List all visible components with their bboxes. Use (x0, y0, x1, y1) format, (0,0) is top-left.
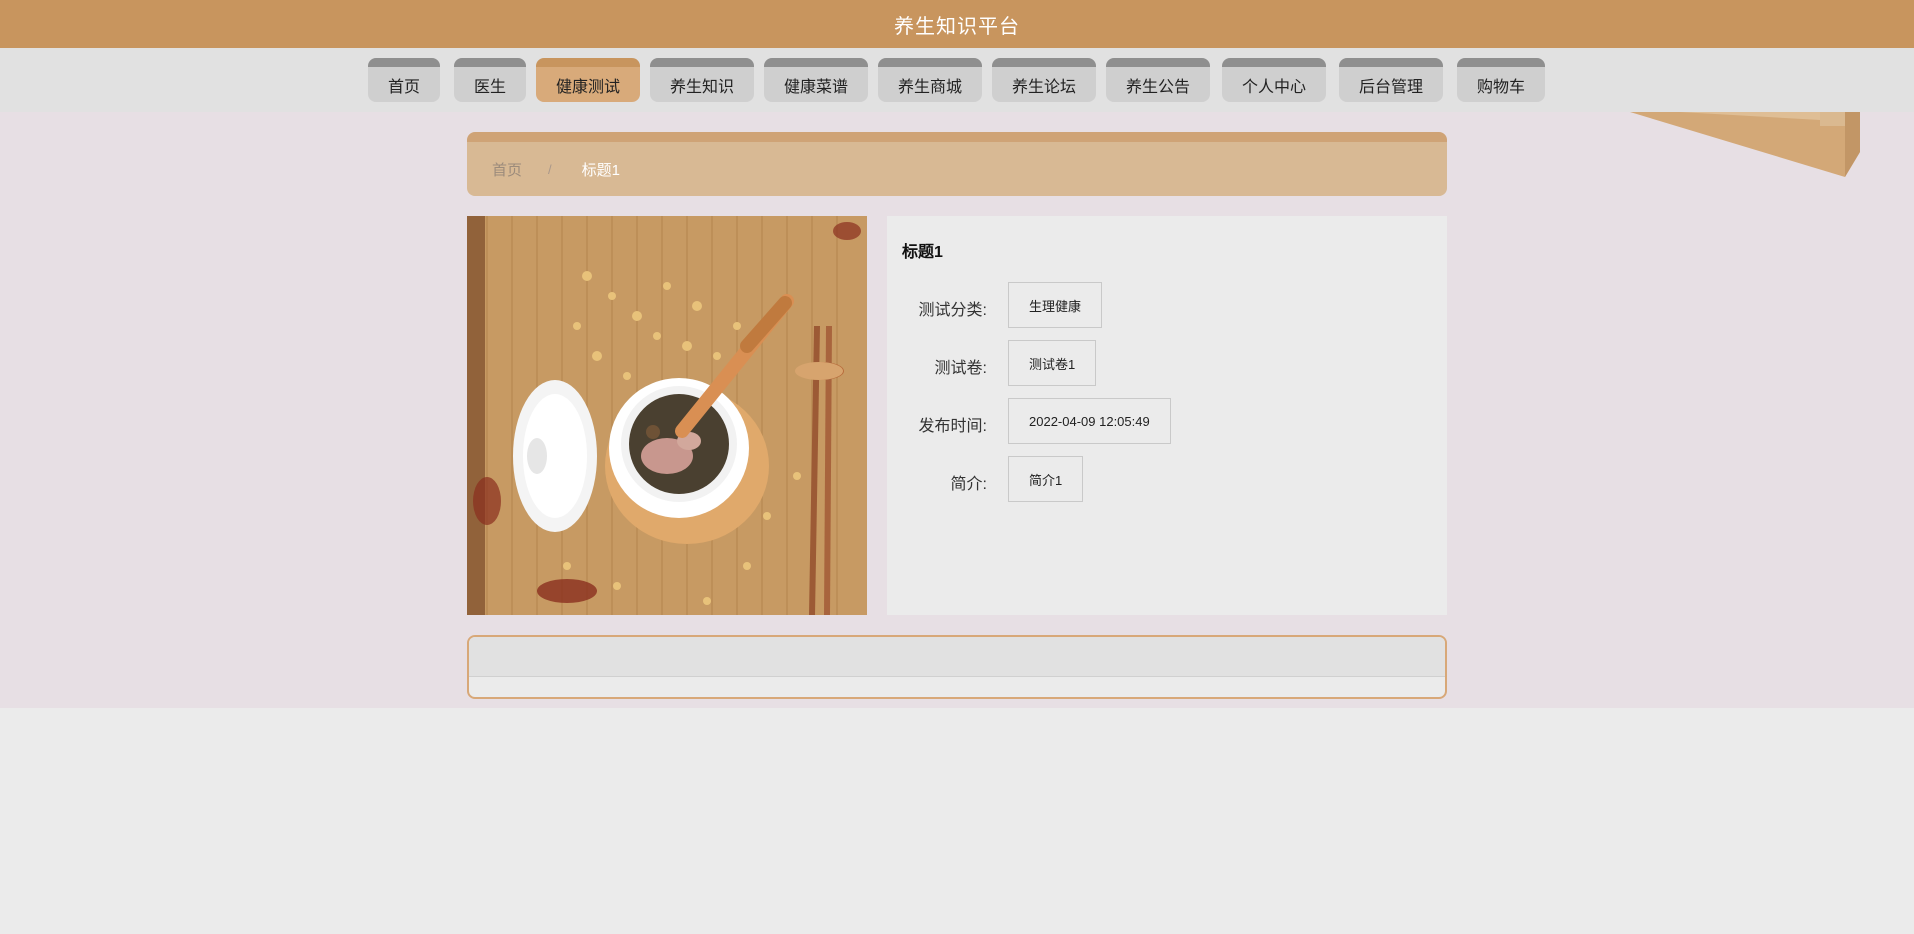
detail-title: 标题1 (902, 244, 943, 261)
category-value: 生理健康 (1008, 282, 1103, 328)
site-title: 养生知识平台 (894, 15, 1020, 38)
intro-value: 简介1 (1008, 456, 1084, 502)
nav-item-forum[interactable]: 养生论坛 (992, 58, 1096, 102)
decorative-corner-shape (1630, 112, 1860, 177)
nav-item-admin[interactable]: 后台管理 (1339, 58, 1443, 102)
category-label: 测试分类: (918, 302, 987, 319)
nav-item-announcements[interactable]: 养生公告 (1106, 58, 1210, 102)
publish-time-value: 2022-04-09 12:05:49 (1008, 398, 1171, 444)
test-paper-value: 测试卷1 (1008, 340, 1097, 386)
detail-panel: 标题1 测试分类: 生理健康 测试卷: 测试卷1 发布时间: 2022-04-0… (887, 216, 1447, 615)
breadcrumb: 首页 / 标题1 (467, 132, 1447, 196)
publish-time-label: 发布时间: (918, 418, 987, 435)
breadcrumb-current: 标题1 (581, 161, 620, 179)
main-nav: 首页 医生 健康测试 养生知识 健康菜谱 养生商城 养生论坛 养生公告 个人中心… (0, 48, 1914, 112)
nav-item-home[interactable]: 首页 (368, 58, 440, 102)
nav-item-doctor[interactable]: 医生 (454, 58, 526, 102)
breadcrumb-separator: / (548, 161, 552, 177)
tab-header (469, 637, 1445, 677)
nav-item-personal-center[interactable]: 个人中心 (1222, 58, 1326, 102)
top-header: 养生知识平台 (0, 0, 1914, 48)
nav-item-health-test[interactable]: 健康测试 (536, 58, 640, 102)
soup-pot-image (467, 216, 867, 615)
intro-label: 简介: (950, 476, 987, 493)
detail-tab-box (467, 635, 1447, 699)
nav-item-health-knowledge[interactable]: 养生知识 (650, 58, 754, 102)
breadcrumb-home-link[interactable]: 首页 (492, 159, 522, 180)
nav-item-mall[interactable]: 养生商城 (878, 58, 982, 102)
test-paper-label: 测试卷: (934, 360, 987, 377)
product-image (467, 216, 867, 615)
nav-item-cart[interactable]: 购物车 (1457, 58, 1545, 102)
nav-item-recipes[interactable]: 健康菜谱 (764, 58, 868, 102)
